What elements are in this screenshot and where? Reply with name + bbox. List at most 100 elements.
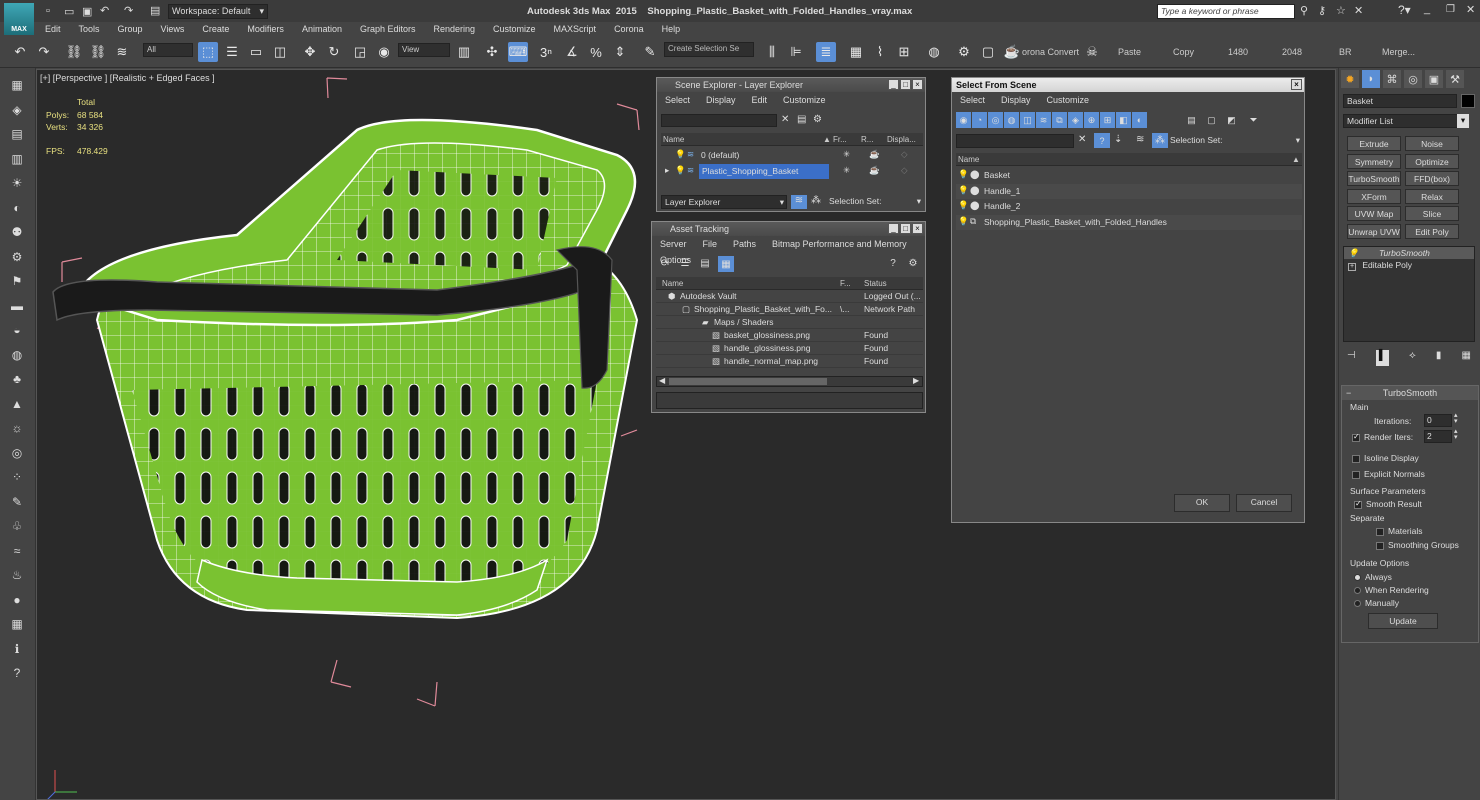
modifier-button-relax[interactable]: Relax <box>1405 188 1459 204</box>
make-unique-icon[interactable]: ⟡ <box>1409 350 1416 366</box>
width-2048-button[interactable]: 2048 <box>1282 47 1302 57</box>
key-icon[interactable]: ⚷ <box>1318 4 1326 17</box>
keyboard-shortcut-icon[interactable]: ⌨ <box>508 42 528 62</box>
bulb-icon[interactable]: 💡 <box>675 164 686 177</box>
bulb-icon[interactable]: 💡 <box>958 168 969 181</box>
maximize-icon[interactable]: □ <box>900 223 911 234</box>
select-by-name-icon[interactable]: ☰ <box>222 42 242 62</box>
selection-set-dropdown[interactable]: Selection Set: ▾ <box>1170 135 1302 145</box>
stack-item-turbosmooth[interactable]: 💡 TurboSmooth <box>1344 247 1474 259</box>
render-setup-icon[interactable]: ⚙ <box>954 42 974 62</box>
helper-icon[interactable]: ⚉ <box>8 223 26 241</box>
camera-icon[interactable]: ◐ <box>8 199 26 217</box>
column-name[interactable]: Name <box>662 277 683 290</box>
select-children-icon[interactable]: ⇣ <box>1114 134 1122 145</box>
filter-shapes-icon[interactable]: ◔ <box>972 112 987 128</box>
reference-coordinate-dropdown[interactable]: View <box>398 43 450 57</box>
menu-tools[interactable]: Tools <box>70 22 109 37</box>
new-icon[interactable]: ▫ <box>46 5 50 17</box>
project-icon[interactable]: ▤ <box>150 4 160 17</box>
scene-explorer-search[interactable] <box>661 114 777 127</box>
grid-icon[interactable]: ▦ <box>8 615 26 633</box>
skull-icon[interactable]: ☠ <box>1082 42 1102 62</box>
hierarchy-icon[interactable]: ⁂ <box>811 195 821 206</box>
restore-icon[interactable]: ❐ <box>1446 4 1455 15</box>
modifier-button-ffd-box-[interactable]: FFD(box) <box>1405 171 1459 186</box>
percent-snap-icon[interactable]: % <box>586 42 606 62</box>
copy-button[interactable]: Copy <box>1173 47 1194 57</box>
object-color-swatch[interactable] <box>1461 94 1475 108</box>
sfs-menu-select[interactable]: Select <box>952 92 993 108</box>
sfs-menu-customize[interactable]: Customize <box>1039 92 1098 108</box>
search-input[interactable]: Type a keyword or phrase <box>1157 4 1295 19</box>
freeze-icon[interactable]: ✳ <box>843 148 850 161</box>
app-logo[interactable]: MAX <box>4 3 34 35</box>
asset-row[interactable]: ▧ handle_glossiness.png Found <box>656 342 923 355</box>
mirror-icon[interactable]: ⫼ <box>762 42 782 62</box>
help-icon[interactable]: ? <box>886 256 900 270</box>
horizontal-scrollbar[interactable]: ◀ ▶ <box>656 376 923 387</box>
smoothing-groups-checkbox[interactable]: Smoothing Groups <box>1376 540 1459 550</box>
spinner-arrows-icon[interactable]: ▴ ▾ <box>1454 412 1458 425</box>
filter-frozen-icon[interactable]: ◧ <box>1116 112 1131 128</box>
sun-icon[interactable]: ☼ <box>8 419 26 437</box>
menu-views[interactable]: Views <box>152 22 194 37</box>
selection-set-dropdown[interactable]: Selection Set: ▾ <box>829 195 923 209</box>
region-select-icon[interactable]: ▭ <box>246 42 266 62</box>
menu-create[interactable]: Create <box>193 22 238 37</box>
render-teapot-icon[interactable]: ☕ <box>869 164 880 177</box>
scene-explorer-titlebar[interactable]: Scene Explorer - Layer Explorer _ □ × <box>657 78 925 92</box>
link-icon[interactable]: ⛓ <box>64 42 84 62</box>
expand-icon[interactable]: ▸ <box>665 164 669 177</box>
rollout-header[interactable]: − TurboSmooth <box>1342 386 1478 400</box>
modifier-button-extrude[interactable]: Extrude <box>1347 136 1401 151</box>
pin-stack-icon[interactable]: ⊣ <box>1347 350 1356 366</box>
merge-button[interactable]: Merge... <box>1382 47 1415 57</box>
filter-containers-icon[interactable]: ⊞ <box>1100 112 1115 128</box>
layer-manager-icon[interactable]: ▥ <box>8 150 26 168</box>
window-crossing-icon[interactable]: ◫ <box>270 42 290 62</box>
scale-icon[interactable]: ◲ <box>350 42 370 62</box>
refresh-icon[interactable]: ⟳ <box>658 256 672 270</box>
filter-hidden-icon[interactable]: ◐ <box>1132 112 1147 128</box>
explicit-normals-checkbox[interactable]: Explicit Normals <box>1352 469 1425 479</box>
layers-icon[interactable]: ≋ <box>1136 134 1144 145</box>
toggle-ribbon-icon[interactable]: ▦ <box>846 42 866 62</box>
tools-icon[interactable]: ✕ <box>1354 4 1363 17</box>
rendered-frame-icon[interactable]: ▢ <box>978 42 998 62</box>
close-icon[interactable]: × <box>1291 79 1302 90</box>
rotate-icon[interactable]: ↻ <box>324 42 344 62</box>
update-button[interactable]: Update <box>1368 613 1438 629</box>
asset-tracking-titlebar[interactable]: Asset Tracking _ □ × <box>652 222 925 236</box>
remove-modifier-icon[interactable]: ▮ <box>1436 350 1442 366</box>
help-icon[interactable]: ? <box>8 664 26 682</box>
menu-animation[interactable]: Animation <box>293 22 351 37</box>
modifier-button-edit-poly[interactable]: Edit Poly <box>1405 223 1459 239</box>
target-icon[interactable]: ◎ <box>8 444 26 462</box>
funnel-icon[interactable]: ⏷ <box>1246 112 1261 128</box>
bulb-icon[interactable]: 💡 <box>958 184 969 197</box>
render-iters-checkbox[interactable]: Render Iters: <box>1352 432 1413 442</box>
render-teapot-icon[interactable]: ☕ <box>869 148 880 161</box>
column-name[interactable]: Name <box>958 153 979 166</box>
se-menu-display[interactable]: Display <box>698 92 744 108</box>
sphere-icon[interactable]: ◍ <box>8 346 26 364</box>
options-icon[interactable]: ⚙ <box>906 256 920 270</box>
bulb-icon[interactable]: 💡 <box>675 148 686 161</box>
width-1480-button[interactable]: 1480 <box>1228 47 1248 57</box>
particle-icon[interactable]: ⁘ <box>8 468 26 486</box>
column-name[interactable]: Name <box>663 133 684 146</box>
modifier-button-optimize[interactable]: Optimize <box>1405 153 1459 169</box>
modifier-button-xform[interactable]: XForm <box>1347 188 1401 204</box>
bulb-icon[interactable]: 💡 <box>958 215 969 228</box>
render-icon[interactable]: ⚑ <box>8 272 26 290</box>
object-name-field[interactable]: Basket <box>1343 94 1457 108</box>
column-display[interactable]: Displa... <box>887 133 916 146</box>
filter-icon[interactable]: ⚙ <box>813 114 822 125</box>
scene-object-row[interactable]: 💡 ⬤ Handle_1 <box>956 183 1302 199</box>
material-editor-icon[interactable]: ◍ <box>924 42 944 62</box>
named-selection-dropdown[interactable]: Create Selection Se <box>664 42 754 57</box>
at-menu-bitmap-performance-and-memory[interactable]: Bitmap Performance and Memory <box>764 236 915 252</box>
configure-sets-icon[interactable]: ▦ <box>1462 350 1471 366</box>
binoculars-icon[interactable]: ⚲ <box>1300 4 1308 17</box>
